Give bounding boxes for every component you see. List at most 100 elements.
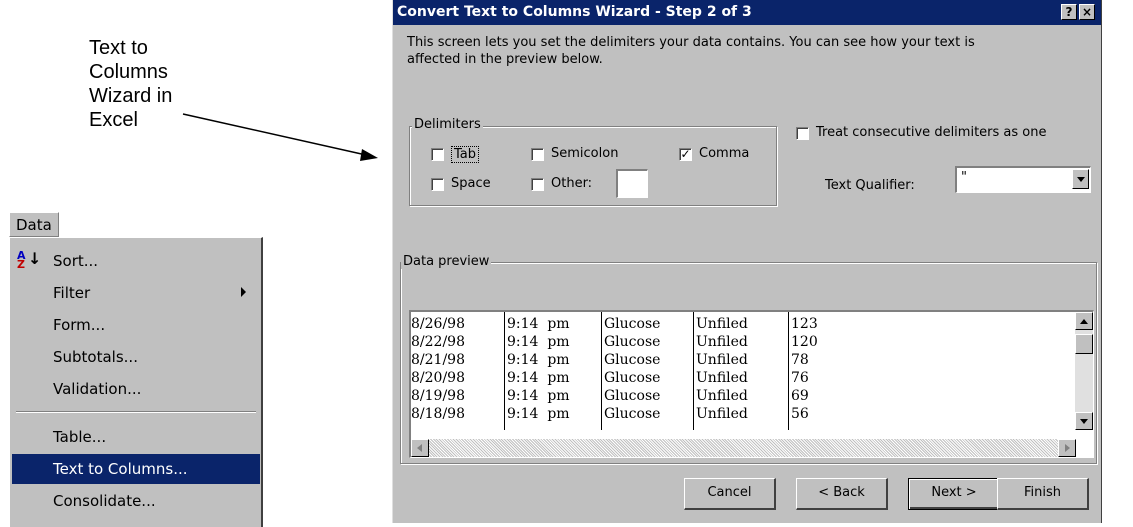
table-cell: Glucose [604,334,661,350]
menu-item-filter[interactable]: Filter [12,278,260,308]
table-cell: 9:14 pm [507,316,570,332]
table-cell: Unfiled [696,388,748,404]
table-cell: Unfiled [696,334,748,350]
cancel-button[interactable]: Cancel [684,478,776,510]
text-to-columns-dialog: Convert Text to Columns Wizard - Step 2 … [392,0,1102,523]
dialog-title-bar: Convert Text to Columns Wizard - Step 2 … [393,0,1101,25]
column-break [504,312,505,430]
consecutive-delimiters-checkbox[interactable]: Treat consecutive delimiters as one [796,125,1096,145]
chevron-down-icon [1077,177,1085,182]
data-menu: A Z ↓ Sort... Filter Form... Subtotals... … [9,237,263,527]
table-cell: 9:14 pm [507,334,570,350]
callout-arrow [182,113,378,161]
comma-checkbox[interactable]: ✓ Comma [679,146,769,166]
data-menu-button[interactable]: Data [9,212,59,237]
table-cell: 8/26/98 [411,316,465,332]
consecutive-checkbox-box[interactable] [796,127,809,140]
finish-button[interactable]: Finish [997,478,1089,510]
column-break [601,312,602,430]
text-qualifier-value: " [961,170,967,185]
consecutive-label: Treat consecutive delimiters as one [816,125,1047,140]
scroll-right-button[interactable] [1058,439,1076,457]
table-cell: 9:14 pm [507,388,570,404]
close-button[interactable]: × [1079,4,1095,20]
close-icon: × [1081,5,1093,19]
table-cell: 56 [791,406,809,422]
scroll-down-button[interactable] [1075,412,1093,430]
menu-item-table[interactable]: Table... [12,422,260,452]
text-qualifier-dropdown[interactable]: " [955,166,1091,193]
table-cell: 123 [791,316,818,332]
table-cell: Unfiled [696,370,748,386]
table-cell: 8/21/98 [411,352,465,368]
semicolon-checkbox-box[interactable] [531,148,544,161]
help-icon: ? [1065,5,1073,19]
other-delimiter-input[interactable] [616,169,648,198]
comma-checkbox-box[interactable]: ✓ [679,148,692,161]
submenu-arrow-icon [241,287,246,297]
dialog-intro: This screen lets you set the delimiters … [407,35,975,67]
table-cell: 8/22/98 [411,334,465,350]
back-button[interactable]: < Back [796,478,888,510]
scroll-left-icon [417,444,422,452]
scroll-down-icon [1080,419,1088,424]
table-cell: 9:14 pm [507,352,570,368]
scroll-thumb[interactable] [1075,334,1093,354]
table-cell: 8/20/98 [411,370,465,386]
tab-checkbox[interactable]: Tab [431,146,491,166]
other-label: Other: [551,176,593,191]
sort-az-icon: A Z ↓ [17,249,42,271]
menu-item-text-to-columns[interactable]: Text to Columns... [12,454,260,484]
table-cell: Glucose [604,352,661,368]
comma-label: Comma [699,146,750,161]
space-label: Space [451,176,491,191]
table-cell: 9:14 pm [507,370,570,386]
menu-item-label: Subtotals... [53,348,138,366]
table-cell: 9:14 pm [507,406,570,422]
menu-item-sort[interactable]: A Z ↓ Sort... [12,246,260,276]
table-cell: Unfiled [696,406,748,422]
space-checkbox[interactable]: Space [431,176,511,196]
menu-item-label: Filter [53,284,91,302]
other-checkbox-box[interactable] [531,178,544,191]
vertical-scrollbar[interactable] [1075,312,1093,430]
menu-item-label: Text to Columns... [53,460,188,478]
table-cell: 78 [791,352,809,368]
scroll-up-icon [1080,319,1088,324]
tab-label: Tab [451,146,480,163]
table-cell: 69 [791,388,809,404]
menu-item-label: Sort... [53,252,99,270]
menu-item-validation[interactable]: Validation... [12,374,260,404]
next-button[interactable]: Next > [908,478,1000,510]
dropdown-button[interactable] [1072,169,1089,189]
delimiters-group-label: Delimiters [412,117,483,132]
help-button[interactable]: ? [1061,4,1077,20]
text-qualifier-label: Text Qualifier: [825,178,915,193]
data-preview-grid[interactable]: 8/26/98 9:14 pm Glucose Unfiled 123 8/22… [409,310,1094,458]
menu-separator [16,411,256,413]
menu-item-label: Table... [53,428,107,446]
scroll-up-button[interactable] [1075,312,1093,330]
horizontal-scrollbar[interactable] [411,439,1076,457]
table-cell: Glucose [604,388,661,404]
tab-checkbox-box[interactable] [431,148,444,161]
other-checkbox[interactable]: Other: [531,176,611,196]
space-checkbox-box[interactable] [431,178,444,191]
table-cell: 76 [791,370,809,386]
dialog-title: Convert Text to Columns Wizard - Step 2 … [397,4,752,20]
column-break [788,312,789,430]
menu-item-consolidate[interactable]: Consolidate... [12,486,260,516]
menu-item-label: Validation... [53,380,142,398]
column-break [693,312,694,430]
menu-item-label: Consolidate... [53,492,156,510]
scroll-left-button[interactable] [411,439,429,457]
menu-item-subtotals[interactable]: Subtotals... [12,342,260,372]
table-cell: 120 [791,334,818,350]
semicolon-checkbox[interactable]: Semicolon [531,146,641,166]
table-cell: Unfiled [696,316,748,332]
table-cell: Glucose [604,406,661,422]
menu-item-label: Form... [53,316,106,334]
data-menu-title: Data [16,216,52,234]
table-cell: Unfiled [696,352,748,368]
menu-item-form[interactable]: Form... [12,310,260,340]
